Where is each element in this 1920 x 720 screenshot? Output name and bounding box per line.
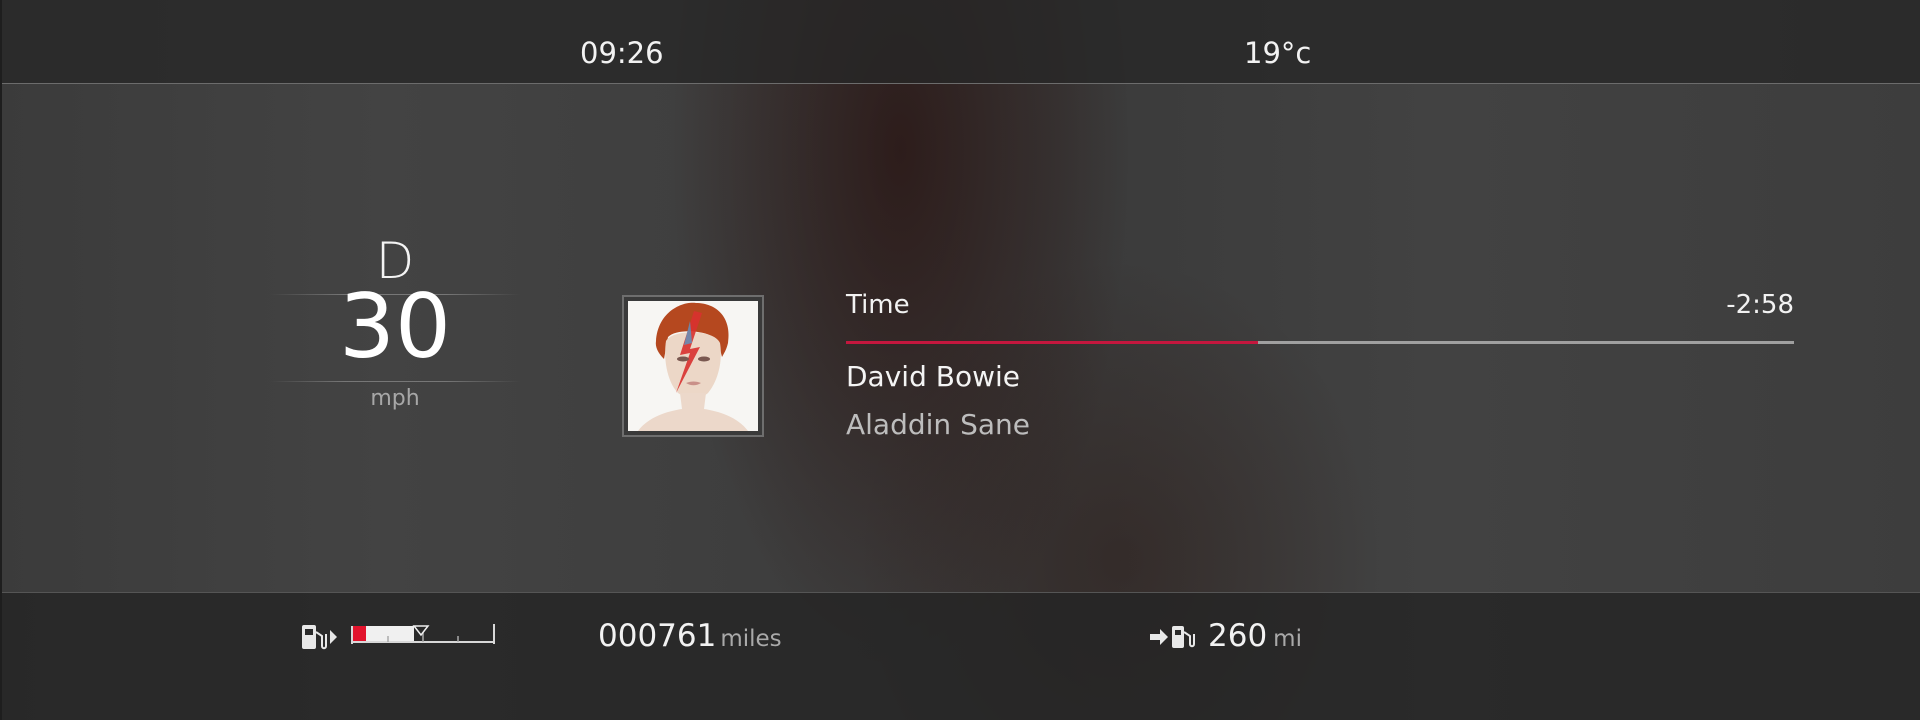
track-progress-fill — [846, 341, 1259, 344]
track-album: Aladdin Sane — [846, 408, 1030, 441]
fuel-level-gauge — [351, 624, 495, 644]
speed-value: 30 — [339, 275, 451, 378]
clock: 09:26 — [580, 36, 664, 70]
portrait-illustration — [628, 301, 758, 431]
range-unit: mi — [1273, 626, 1302, 652]
odometer-unit: miles — [720, 626, 782, 652]
outside-temperature: 19°c — [1244, 36, 1312, 70]
fuel-range: 260 mi — [1208, 618, 1302, 654]
screen-edge — [0, 0, 2, 720]
track-progress-bar — [846, 341, 1794, 344]
odometer: 000761 miles — [598, 618, 782, 654]
main-display: D 30 mph Time -2:58 David Bowie Aladdin … — [0, 84, 1920, 592]
fuel-pump-icon — [302, 625, 337, 650]
track-artist: David Bowie — [846, 360, 1020, 393]
album-art — [622, 295, 764, 437]
speed-unit: mph — [370, 386, 420, 411]
odometer-value: 000761 — [598, 618, 717, 654]
track-time-label: Time — [846, 290, 910, 320]
range-value: 260 — [1208, 618, 1268, 654]
bottom-info-bar — [0, 592, 1920, 720]
speed-divider-bottom — [270, 381, 520, 382]
range-to-empty-icon — [1150, 626, 1195, 648]
top-status-bar: 09:26 19°c — [0, 0, 1920, 84]
instrument-cluster-screen: 09:26 19°c D 30 mph Time -2:58 David Bow… — [0, 0, 1920, 720]
track-time-remaining: -2:58 — [1726, 290, 1794, 320]
album-cover-image — [628, 301, 758, 431]
